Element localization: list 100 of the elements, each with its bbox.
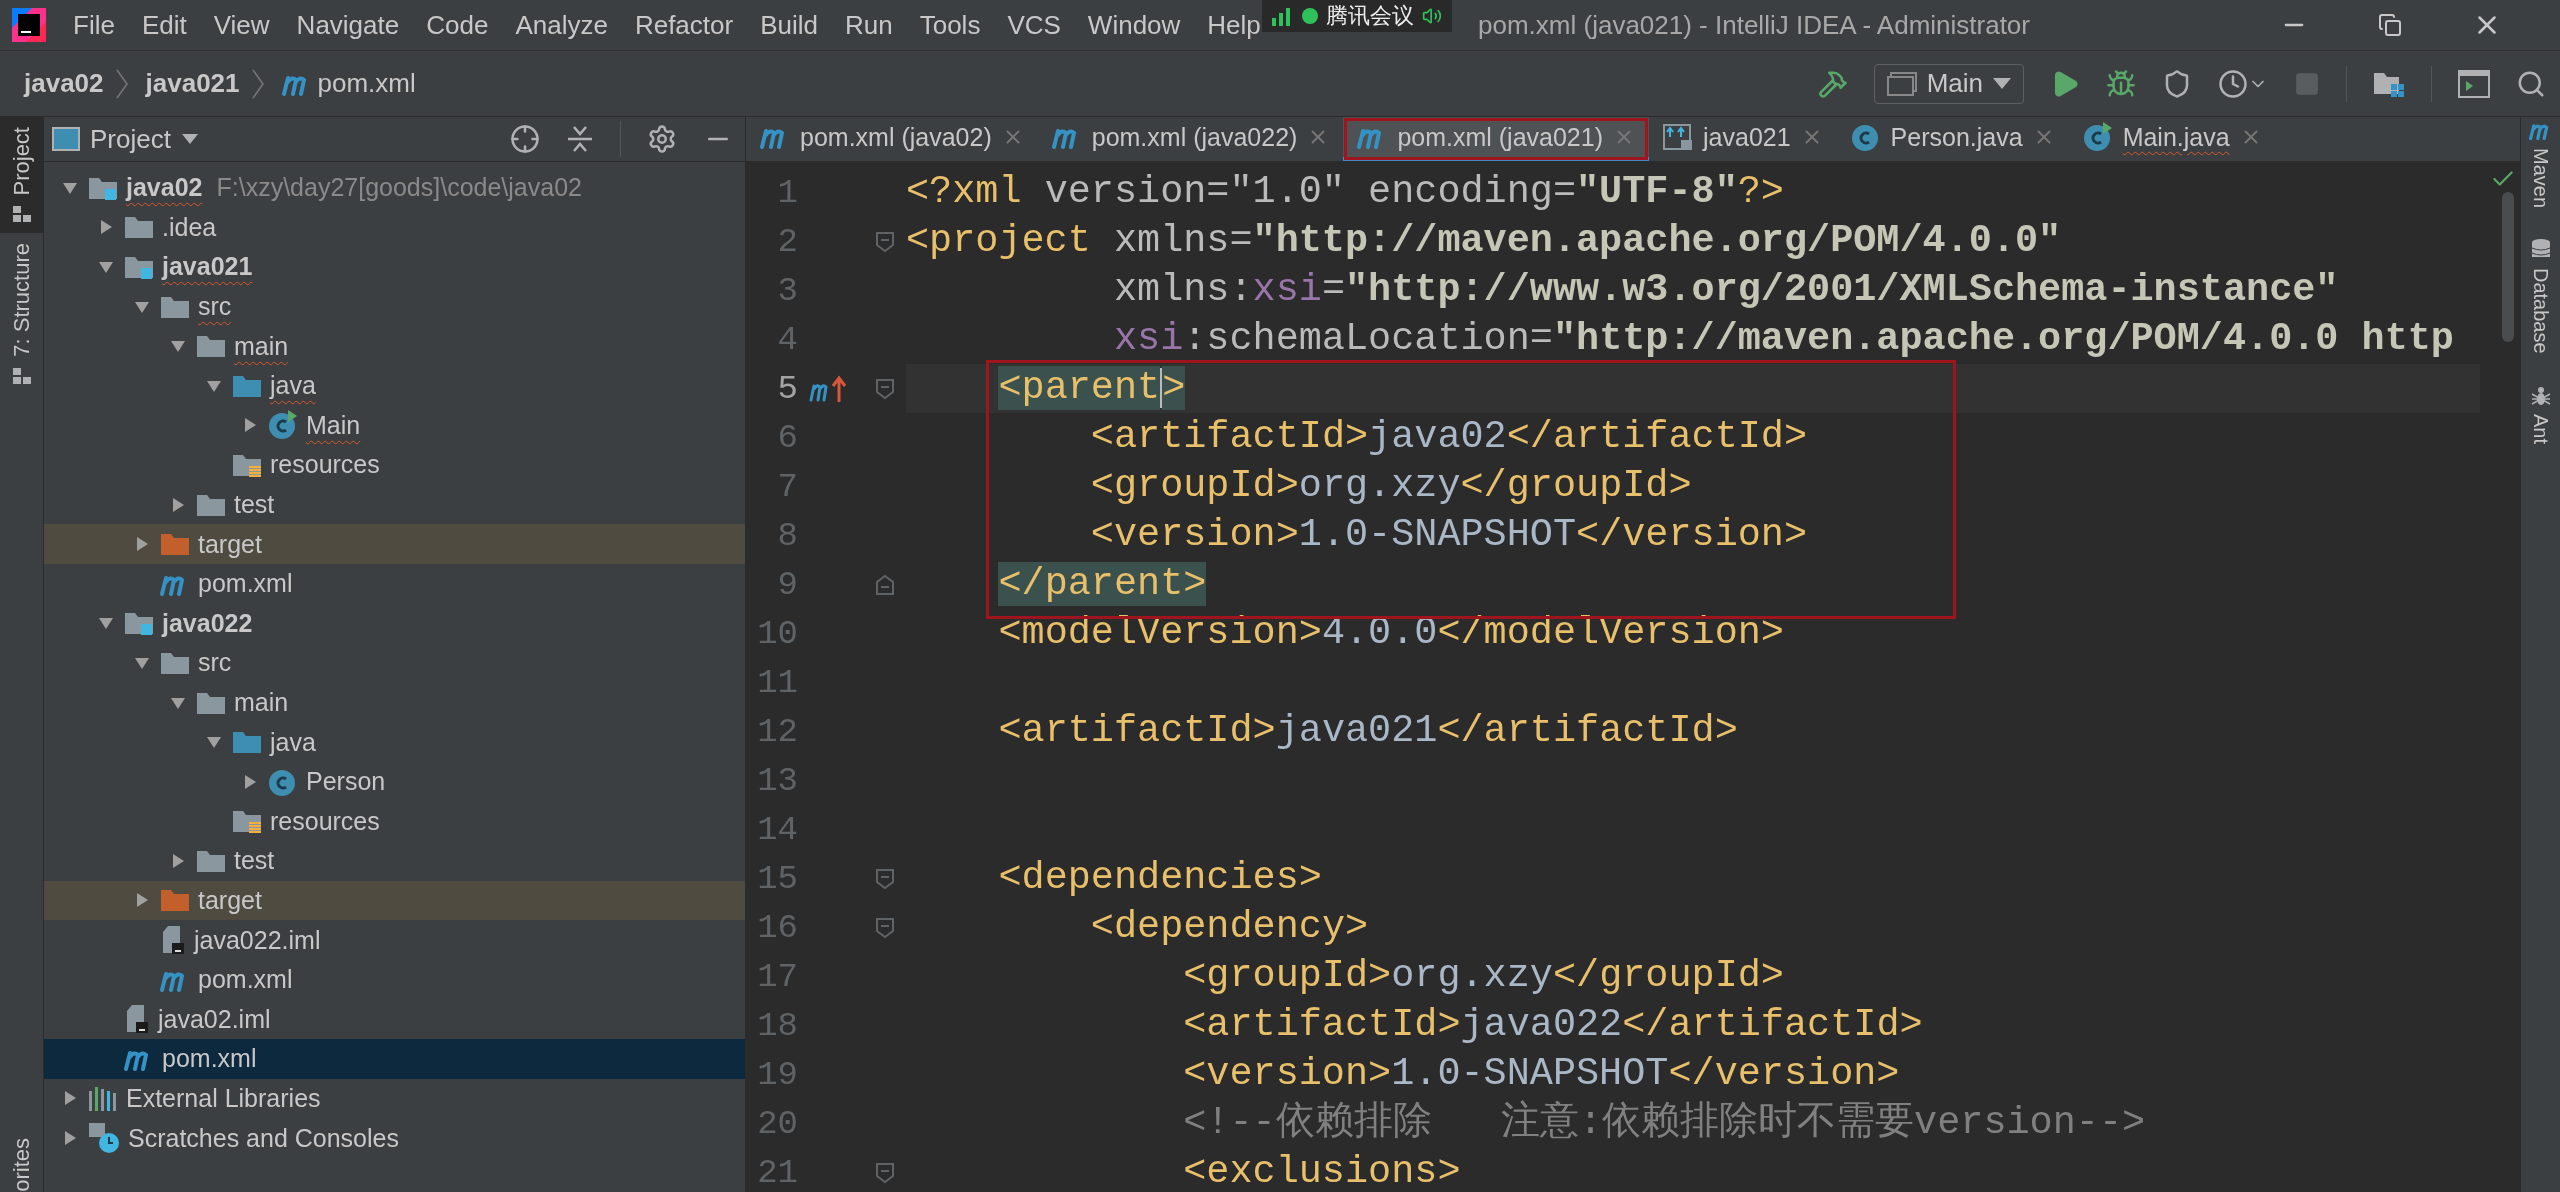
menu-item[interactable]: Run [845,9,893,41]
editor-tab[interactable]: pom.xml (java021) [1343,117,1649,161]
tree-row[interactable]: java022 [44,603,745,644]
menu-item[interactable]: View [213,9,270,41]
file-icon [124,1004,150,1035]
line-number: 19 [756,1055,798,1094]
line-number: 8 [776,516,798,555]
expand-arrow-icon[interactable] [98,219,114,236]
expand-arrow-icon[interactable] [170,496,186,513]
menu-item[interactable]: VCS [1007,9,1061,41]
breadcrumb[interactable]: java02 [24,68,104,99]
tree-row[interactable]: pom.xml [44,563,745,604]
code-line: <groupId>org.xzy</groupId> [1089,463,1693,510]
line-number: 1 [776,173,798,212]
breadcrumb-separator-icon [115,68,128,99]
tree-row[interactable]: java02.iml [44,999,745,1040]
menu-item[interactable]: Navigate [296,9,400,41]
expand-arrow-icon[interactable] [134,536,150,553]
tree-row[interactable]: Person [44,761,745,802]
tree-row[interactable]: test [44,484,745,525]
tool-window-tab[interactable]: Maven [2528,121,2553,209]
editor-tab[interactable]: pom.xml (java02) [746,117,1038,161]
tree-row[interactable]: target [44,880,745,921]
breadcrumb[interactable]: java021 [145,68,240,99]
expand-arrow-icon[interactable] [62,1130,78,1147]
menu-item[interactable]: Refactor [634,9,734,41]
editor-tab[interactable]: Person.java [1836,117,2069,161]
tree-row[interactable]: pom.xml [44,1039,745,1079]
expand-arrow-icon[interactable] [242,417,258,434]
line-number: 15 [756,859,798,898]
editor-tab[interactable]: pom.xml (java022) [1037,117,1344,161]
tree-row[interactable]: java [44,365,745,406]
tree-row[interactable]: resources [44,801,745,842]
tree-row[interactable]: Main [44,405,745,446]
tree-row[interactable]: External Libraries [44,1078,745,1119]
tree-row[interactable]: java [44,722,745,762]
tool-window-tab[interactable]: Project [0,117,43,234]
tree-row[interactable]: pom.xml [44,959,745,1000]
tool-window-tab[interactable]: 7: Structure [0,233,43,396]
menu-item[interactable]: File [73,9,115,41]
project-view-dropdown[interactable]: Project [52,123,199,155]
fold-marker-icon[interactable] [875,867,895,890]
tree-row[interactable]: main [44,326,745,366]
folder-icon [160,531,190,558]
scrollbar-thumb[interactable] [2502,192,2514,342]
settings-icon[interactable] [647,124,677,154]
expand-arrow-icon[interactable] [170,852,186,869]
tool-window-tab[interactable]: Ant [2529,383,2552,444]
line-number: 17 [756,957,798,996]
tree-item-label: resources [270,450,380,480]
run-config-dropdown[interactable]: Main [1873,63,2024,104]
menu-item[interactable]: Build [760,9,818,41]
expand-arrow-icon[interactable] [62,1090,78,1107]
tree-row[interactable]: target [44,524,745,564]
menu-item[interactable]: Help [1207,9,1261,41]
tree-row[interactable]: src [44,643,745,683]
tree-row[interactable]: java022.iml [44,920,745,960]
tree-item-label: java022 [162,608,253,638]
status-dot-icon [1302,8,1318,24]
fold-marker-icon[interactable] [875,377,895,400]
tree-row[interactable]: .idea [44,207,745,248]
collapse-icon[interactable] [566,125,594,153]
app-logo-icon [12,8,46,42]
fold-marker-icon[interactable] [875,573,895,596]
tree-item-label: pom.xml [198,965,293,995]
expand-arrow-icon[interactable] [98,259,114,275]
caret-icon [180,133,199,145]
editor-tab[interactable]: Main.java [2068,117,2276,161]
menu-item[interactable]: Code [426,9,489,41]
breadcrumb[interactable]: pom.xml [317,68,416,99]
tree-row[interactable]: src [44,286,745,327]
tool-window-tab[interactable]: Database [2529,238,2552,354]
terminal-icon[interactable] [2458,69,2490,98]
tree-item-label: java02 [126,173,203,203]
code-line: <groupId>org.xzy</groupId> [1182,953,1785,1000]
tool-window-tab[interactable]: orites [0,1128,43,1192]
editor-tab[interactable]: java021 [1649,117,1837,161]
fold-marker-icon[interactable] [875,230,895,253]
tree-row[interactable]: java021 [44,247,745,287]
tree-row[interactable]: main [44,682,745,723]
code-line: xmlns:xsi="http://www.w3.org/2001/XMLSchema-instance" [1112,267,2340,314]
module-folder-icon [124,254,154,280]
crosshair-icon[interactable] [510,124,540,154]
fold-marker-icon[interactable] [875,916,895,939]
expand-arrow-icon[interactable] [134,892,150,909]
menu-item[interactable]: Window [1087,9,1181,41]
menu-item[interactable]: Tools [919,9,981,41]
bug-icon[interactable] [2106,68,2136,99]
tree-row[interactable]: test [44,841,745,881]
tree-row[interactable]: java02 F:\xzy\day27[goods]\code\java02 [44,168,745,208]
panel-icon [52,127,80,151]
menu-item[interactable]: Analyze [515,9,608,41]
restore-icon[interactable] [2378,13,2402,37]
tree-row[interactable]: resources [44,445,745,485]
tree-row[interactable]: Scratches and Consoles [44,1118,745,1158]
menu-item[interactable]: Edit [141,9,187,41]
fold-marker-icon[interactable] [875,1161,895,1184]
tree-item-label: .idea [162,212,217,242]
expand-arrow-icon[interactable] [242,773,258,790]
clock-icon[interactable] [2218,68,2248,99]
